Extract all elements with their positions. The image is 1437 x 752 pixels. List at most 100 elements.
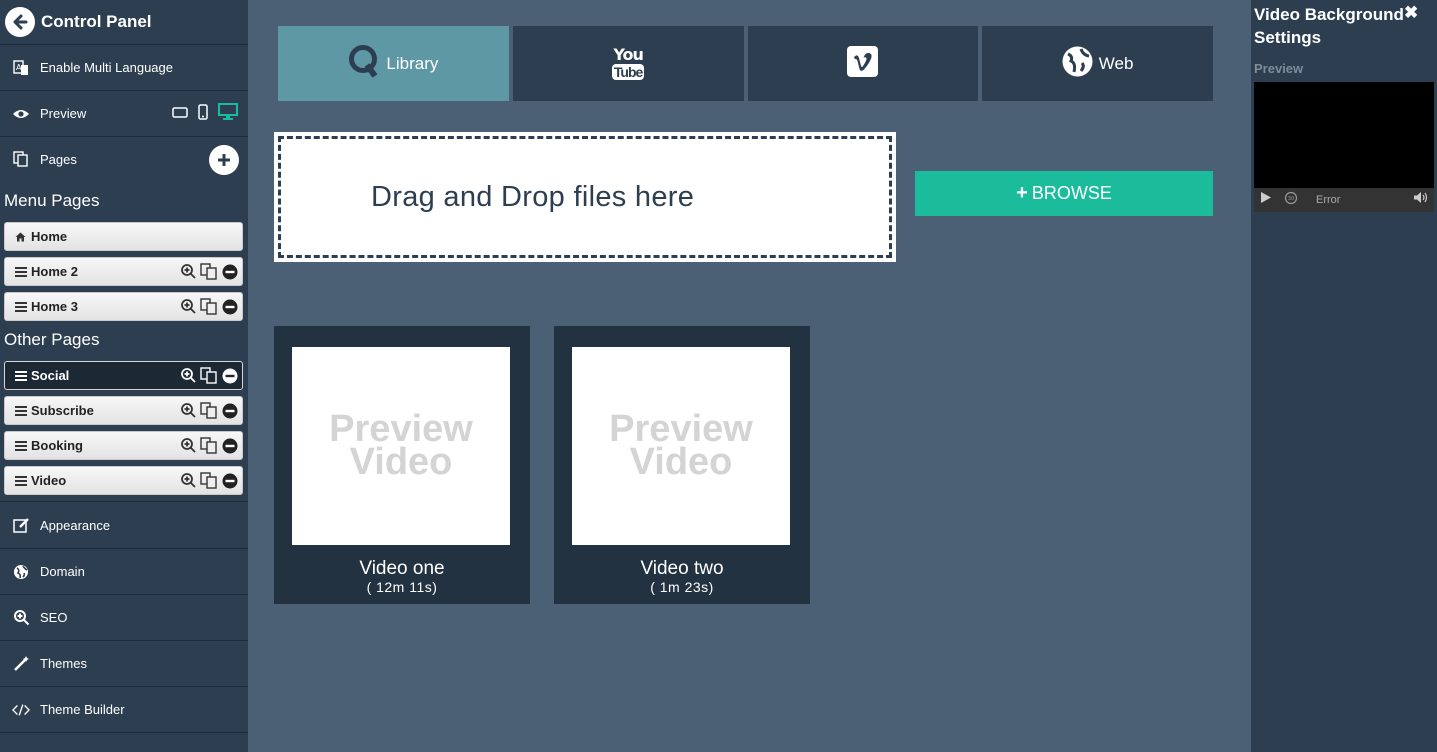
zoom-icon[interactable]: [180, 263, 197, 283]
preview-row[interactable]: Preview: [0, 91, 248, 137]
mobile-icon[interactable]: [198, 103, 208, 123]
close-icon[interactable]: ✖: [1404, 3, 1418, 23]
pages-copy-icon: [12, 150, 30, 168]
eye-icon: [12, 105, 30, 123]
page-item-booking[interactable]: Booking: [4, 431, 243, 460]
rewind-30-icon[interactable]: 30: [1284, 191, 1298, 210]
volume-icon[interactable]: [1413, 191, 1428, 209]
sidebar-item-domain[interactable]: Domain: [0, 549, 248, 595]
drag-handle-icon[interactable]: [15, 301, 29, 312]
tab-library[interactable]: Library: [278, 26, 509, 101]
translate-icon: A: [12, 59, 30, 77]
desktop-icon[interactable]: [218, 103, 238, 123]
tab-library-label: Library: [386, 53, 439, 73]
video-card[interactable]: Preview Video Video two ( 1m 23s): [554, 326, 810, 604]
pages-row[interactable]: Pages: [0, 137, 248, 181]
remove-icon[interactable]: [222, 264, 238, 283]
control-panel-sidebar: Control Panel A Enable Multi Language Pr…: [0, 0, 248, 752]
player-status: Error: [1316, 194, 1341, 206]
sidebar-item-label: SEO: [40, 610, 68, 625]
sidebar-item-appearance[interactable]: Appearance: [0, 503, 248, 549]
preview-label: Preview: [1254, 61, 1304, 76]
page-label: Video: [31, 473, 67, 488]
sidebar-item-themes[interactable]: Themes: [0, 641, 248, 687]
zoom-icon[interactable]: [180, 367, 197, 387]
remove-icon[interactable]: [222, 473, 238, 492]
add-page-button[interactable]: [209, 145, 239, 175]
remove-icon[interactable]: [222, 403, 238, 422]
search-icon: [12, 609, 30, 627]
duplicate-icon[interactable]: [200, 402, 219, 422]
zoom-icon[interactable]: [180, 472, 197, 492]
home-icon: [15, 232, 29, 242]
duplicate-icon[interactable]: [200, 263, 219, 283]
video-card[interactable]: Preview Video Video one ( 12m 11s): [274, 326, 530, 604]
page-label: Social: [31, 368, 70, 383]
drag-handle-icon[interactable]: [15, 266, 29, 277]
panel-title: Video Background Settings: [1254, 5, 1404, 47]
page-item-subscribe[interactable]: Subscribe: [4, 396, 243, 425]
page-item-home-2[interactable]: Home 2: [4, 257, 243, 286]
tab-vimeo[interactable]: [747, 26, 979, 101]
tab-web[interactable]: Web: [982, 26, 1213, 101]
remove-icon[interactable]: [222, 368, 238, 387]
video-name: Video two: [640, 558, 724, 579]
page-label: Subscribe: [31, 403, 94, 418]
back-arrow-icon[interactable]: [5, 7, 35, 37]
zoom-icon[interactable]: [180, 298, 197, 318]
remove-icon[interactable]: [222, 299, 238, 318]
drag-handle-icon[interactable]: [15, 475, 29, 486]
dropzone-border: Drag and Drop files here: [278, 136, 892, 258]
tab-web-label: Web: [1098, 53, 1134, 73]
video-name: Video one: [359, 558, 445, 579]
video-thumbnail-text: Preview Video: [329, 410, 473, 481]
page-item-video[interactable]: Video: [4, 466, 243, 495]
page-label: Home: [31, 229, 68, 244]
enable-multi-language-label: Enable Multi Language: [40, 60, 173, 75]
sidebar-item-label: Domain: [40, 564, 85, 579]
zoom-icon[interactable]: [180, 437, 197, 457]
page-label: Home 3: [31, 299, 78, 314]
youtube-icon: You Tube: [611, 45, 645, 80]
page-item-social[interactable]: Social: [4, 361, 243, 390]
page-label: Home 2: [31, 264, 78, 279]
page-label: Booking: [31, 438, 83, 453]
drag-handle-icon[interactable]: [15, 440, 29, 451]
enable-multi-language[interactable]: A Enable Multi Language: [0, 45, 248, 91]
magic-wand-icon: [12, 655, 30, 673]
browse-label: BROWSE: [1031, 183, 1112, 203]
duplicate-icon[interactable]: [200, 367, 219, 387]
browse-button[interactable]: + BROWSE: [915, 171, 1213, 216]
video-background-settings-panel: Video Background Settings ✖ Preview 30 E…: [1251, 0, 1437, 752]
duplicate-icon[interactable]: [200, 437, 219, 457]
video-duration: ( 12m 11s): [366, 579, 438, 595]
file-dropzone[interactable]: Drag and Drop files here: [274, 132, 896, 262]
sidebar-item-label: Appearance: [40, 518, 111, 533]
edit-icon: [12, 517, 30, 535]
tablet-landscape-icon[interactable]: [172, 106, 188, 121]
duplicate-icon[interactable]: [200, 472, 219, 492]
pages-label: Pages: [40, 151, 77, 167]
sidebar-item-theme-builder[interactable]: Theme Builder: [0, 687, 248, 733]
duplicate-icon[interactable]: [200, 298, 219, 318]
remove-icon[interactable]: [222, 438, 238, 457]
drag-handle-icon[interactable]: [15, 370, 29, 381]
video-thumbnail-text: Preview Video: [609, 410, 753, 481]
thumb-line-2: Video: [349, 441, 453, 483]
svg-text:30: 30: [1288, 196, 1294, 202]
video-thumbnail[interactable]: Preview Video: [572, 347, 790, 545]
sidebar-item-seo[interactable]: SEO: [0, 595, 248, 641]
code-icon: [12, 701, 30, 719]
youtube-icon-top-text: You: [613, 45, 643, 64]
globe-icon: [1062, 46, 1093, 82]
zoom-icon[interactable]: [180, 402, 197, 422]
tab-youtube[interactable]: You Tube: [512, 26, 744, 101]
play-icon[interactable]: [1260, 191, 1272, 209]
other-pages-title: Other Pages: [4, 330, 100, 349]
page-item-home-3[interactable]: Home 3: [4, 292, 243, 321]
video-source-tabs: Library You Tube Web: [278, 26, 1213, 101]
drag-handle-icon[interactable]: [15, 405, 29, 416]
video-preview-player[interactable]: 30 Error: [1254, 82, 1434, 212]
video-thumbnail[interactable]: Preview Video: [292, 347, 510, 545]
page-item-home[interactable]: Home: [4, 222, 243, 251]
